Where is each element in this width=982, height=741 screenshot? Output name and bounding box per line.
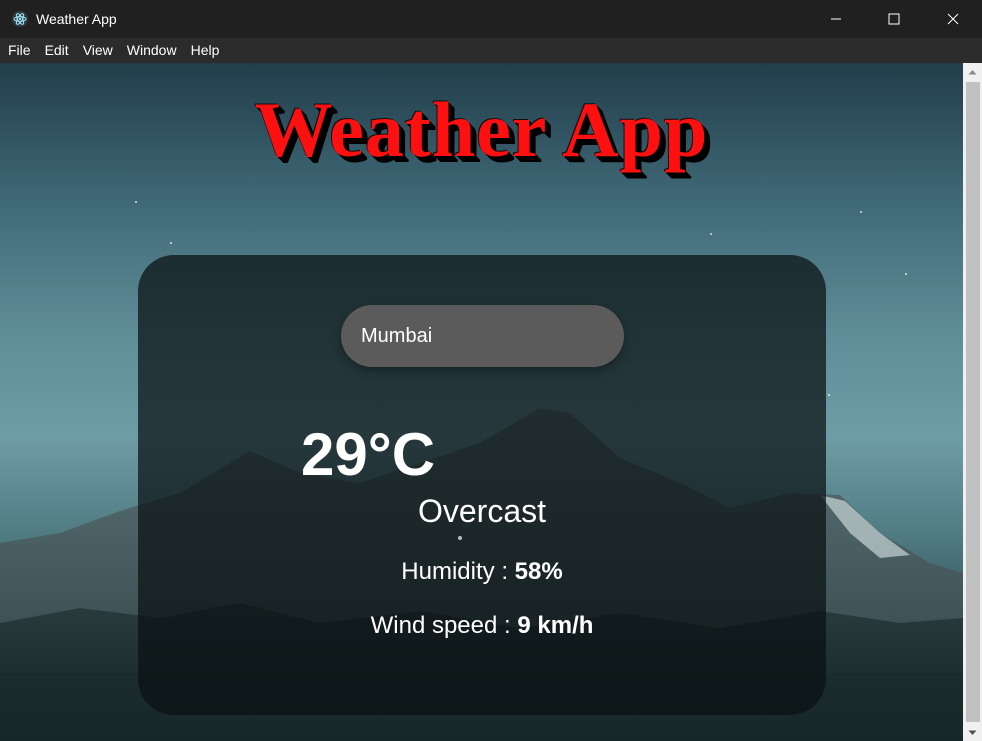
menu-window[interactable]: Window xyxy=(119,38,183,63)
scroll-down-button[interactable] xyxy=(963,724,982,741)
window-title: Weather App xyxy=(36,11,117,27)
app-content: Weather App 29°C Overcast Humidity : 58%… xyxy=(0,63,963,741)
minimize-button[interactable] xyxy=(807,0,865,38)
temperature-value: 29°C xyxy=(301,421,436,488)
weather-condition: Overcast xyxy=(138,493,826,530)
maximize-button[interactable] xyxy=(865,0,923,38)
app-heading: Weather App xyxy=(254,86,709,173)
scroll-up-arrow-icon xyxy=(968,69,977,74)
electron-atom-icon xyxy=(12,11,28,27)
humidity-row: Humidity : 58% xyxy=(138,558,826,586)
scroll-up-button[interactable] xyxy=(963,63,982,80)
close-icon xyxy=(947,13,959,25)
city-search-input[interactable] xyxy=(341,305,624,367)
menu-bar: File Edit View Window Help xyxy=(0,38,982,63)
wind-speed-row: Wind speed : 9 km/h xyxy=(138,612,826,640)
menu-view[interactable]: View xyxy=(75,38,119,63)
maximize-icon xyxy=(888,13,900,25)
menu-help[interactable]: Help xyxy=(183,38,226,63)
vertical-scrollbar[interactable] xyxy=(963,63,982,741)
menu-edit[interactable]: Edit xyxy=(37,38,75,63)
weather-icon-placeholder xyxy=(458,536,462,540)
humidity-value: 58% xyxy=(514,558,563,585)
title-bar: Weather App xyxy=(0,0,982,38)
scrollbar-thumb[interactable] xyxy=(966,82,980,722)
minimize-icon xyxy=(831,18,841,20)
weather-card: 29°C Overcast Humidity : 58% Wind speed … xyxy=(138,255,826,715)
wind-speed-value: 9 km/h xyxy=(517,612,594,639)
weather-condition-text: Overcast xyxy=(417,493,547,529)
scroll-down-arrow-icon xyxy=(968,730,977,735)
menu-file[interactable]: File xyxy=(0,38,37,63)
wind-speed-label: Wind speed : xyxy=(370,612,511,639)
humidity-label: Humidity : xyxy=(401,558,508,585)
close-button[interactable] xyxy=(924,0,982,38)
